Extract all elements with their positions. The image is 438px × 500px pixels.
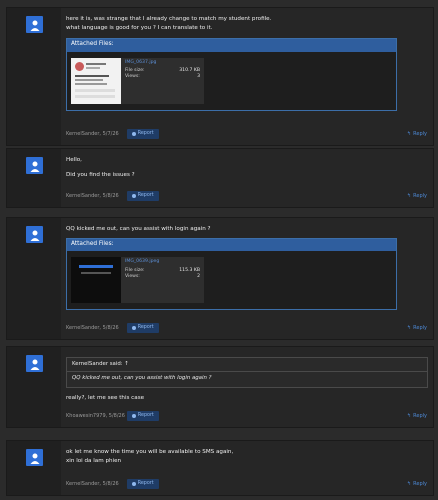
reply-button[interactable]: ↰ Reply	[407, 325, 427, 332]
avatar[interactable]	[26, 16, 43, 33]
quote-text: QQ kicked me out, can you assist with lo…	[72, 375, 212, 382]
reply-label: Reply	[413, 412, 427, 419]
message-line: QQ kicked me out, can you assist with lo…	[66, 226, 211, 232]
post-byline[interactable]: KernelSander, 5/8/26	[66, 193, 119, 200]
warning-icon	[131, 132, 136, 136]
file-card[interactable]: IMG_0639.jpeg File size: 115.3 KB Views: 2	[71, 257, 204, 304]
warning-icon	[131, 414, 136, 418]
post-byline[interactable]: Khoawesin7979, 5/8/26	[66, 413, 125, 420]
warning-icon	[131, 326, 136, 330]
file-views-label: Views:	[125, 273, 140, 279]
post-byline[interactable]: KernelSander, 5/7/26	[66, 131, 119, 138]
file-thumbnail[interactable]	[71, 57, 121, 104]
avatar[interactable]	[26, 226, 43, 243]
post-1: here it is, was strange that I already c…	[6, 7, 434, 146]
quote-author[interactable]: KernelSander said: ↑	[67, 358, 427, 373]
post-4: KernelSander said: ↑ QQ kicked me out, c…	[6, 346, 434, 428]
attached-files-title: Attached Files:	[67, 39, 396, 52]
avatar[interactable]	[26, 355, 43, 372]
reply-icon: ↰	[406, 412, 412, 419]
reply-icon: ↰	[406, 480, 412, 487]
file-thumbnail[interactable]	[71, 257, 121, 304]
user-icon	[30, 453, 39, 464]
post-byline[interactable]: KernelSander, 5/8/26	[66, 481, 119, 488]
file-views-label: Views:	[125, 74, 140, 80]
user-icon	[30, 230, 39, 241]
user-column	[7, 149, 61, 207]
post-footer: KernelSander, 5/8/26 Report ↰ Reply	[66, 478, 427, 490]
report-button[interactable]: Report	[126, 128, 159, 140]
report-label: Report	[137, 192, 154, 198]
post-3: QQ kicked me out, can you assist with lo…	[6, 217, 434, 340]
user-icon	[30, 359, 39, 370]
report-label: Report	[137, 412, 154, 418]
report-button[interactable]: Report	[126, 322, 159, 334]
message-text: Hello, Did you find the issues ?	[66, 157, 427, 179]
message-line: ok let me know the time you will be avai…	[66, 449, 234, 455]
reply-button[interactable]: ↰ Reply	[407, 193, 427, 200]
post-footer: KernelSander, 5/8/26 Report ↰ Reply	[66, 322, 427, 334]
message-text: really?, let me see this case	[66, 395, 427, 403]
reply-label: Reply	[413, 130, 427, 137]
file-card[interactable]: IMG_0637.jpg File size: 310.7 KB Views: 3	[71, 57, 204, 104]
post-footer: Khoawesin7979, 5/8/26 Report ↰ Reply	[66, 410, 427, 422]
message-line: what language is good for you ? I can tr…	[66, 24, 213, 31]
warning-icon	[131, 482, 136, 486]
message-line: really?, let me see this case	[66, 394, 145, 401]
reply-button[interactable]: ↰ Reply	[407, 131, 427, 138]
reply-icon: ↰	[406, 130, 412, 137]
avatar[interactable]	[26, 157, 43, 174]
reply-label: Reply	[413, 192, 427, 199]
report-label: Report	[137, 130, 154, 136]
message-line: Hello,	[66, 157, 82, 163]
post-footer: KernelSander, 5/8/26 Report ↰ Reply	[66, 190, 427, 202]
report-button[interactable]: Report	[126, 190, 159, 202]
report-button[interactable]: Report	[126, 410, 159, 422]
user-column	[7, 8, 61, 145]
attached-files: Attached Files: IMG_0639.jpeg File size:…	[66, 237, 397, 311]
avatar[interactable]	[26, 449, 43, 466]
reply-icon: ↰	[406, 324, 412, 331]
post-2: Hello, Did you find the issues ? KernelS…	[6, 148, 434, 208]
message-line: xin loi da lam phien	[66, 457, 122, 464]
user-column	[7, 441, 61, 495]
report-label: Report	[137, 480, 154, 486]
file-name-link[interactable]: IMG_0639.jpeg	[125, 259, 200, 265]
attached-files-title: Attached Files:	[67, 238, 396, 252]
user-column	[7, 218, 61, 339]
file-views-value: 2	[197, 273, 200, 279]
warning-icon	[131, 194, 136, 198]
post-5: ok let me know the time you will be avai…	[6, 440, 434, 496]
report-label: Report	[137, 324, 154, 330]
post-footer: KernelSander, 5/7/26 Report ↰ Reply	[66, 128, 427, 140]
message-line: Did you find the issues ?	[66, 171, 135, 178]
message-text: ok let me know the time you will be avai…	[66, 449, 427, 465]
message-text: QQ kicked me out, can you assist with lo…	[66, 226, 427, 234]
reply-button[interactable]: ↰ Reply	[407, 481, 427, 488]
reply-label: Reply	[413, 480, 427, 487]
file-name-link[interactable]: IMG_0637.jpg	[125, 60, 200, 66]
user-column	[7, 347, 61, 427]
quote-block: KernelSander said: ↑ QQ kicked me out, c…	[66, 357, 428, 388]
report-button[interactable]: Report	[126, 478, 159, 490]
reply-label: Reply	[413, 324, 427, 331]
reply-icon: ↰	[406, 192, 412, 199]
post-byline[interactable]: KernelSander, 5/8/26	[66, 325, 119, 332]
message-line: here it is, was strange that I already c…	[66, 16, 272, 22]
reply-button[interactable]: ↰ Reply	[407, 413, 427, 420]
user-icon	[30, 161, 39, 172]
user-icon	[30, 20, 39, 31]
file-views-value: 3	[197, 74, 200, 80]
attached-files: Attached Files: IMG_0637.jpg File size: …	[66, 38, 397, 111]
message-text: here it is, was strange that I already c…	[66, 16, 427, 32]
